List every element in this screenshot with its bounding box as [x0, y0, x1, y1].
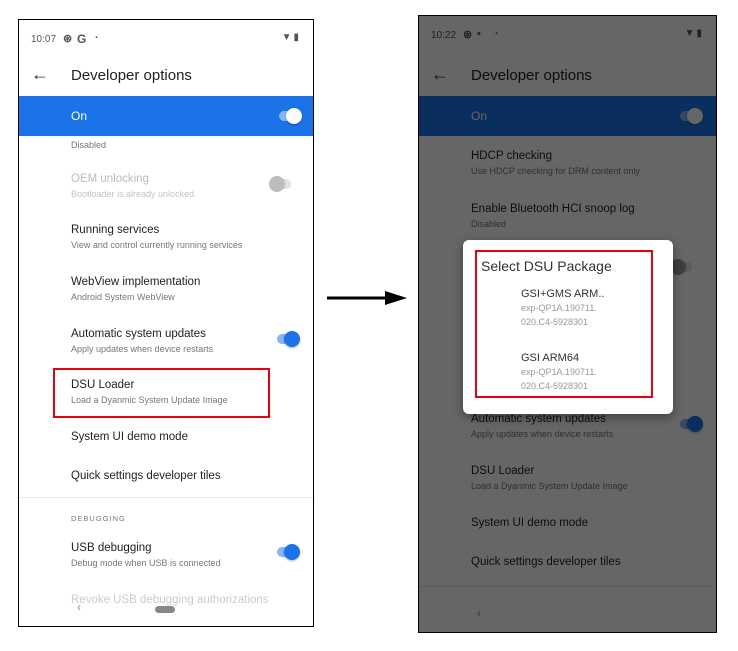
nav-home-pill[interactable] — [155, 606, 175, 613]
app-bar: ← Developer options — [19, 58, 313, 96]
setting-webview-implementation[interactable]: WebView implementation Android System We… — [71, 275, 301, 303]
setting-usb-debugging[interactable]: USB debugging Debug mode when USB is con… — [71, 541, 301, 569]
setting-quick-settings-tiles[interactable]: Quick settings developer tiles — [71, 469, 301, 483]
setting-title: Quick settings developer tiles — [71, 470, 221, 482]
setting-summary: Android System WebView — [71, 292, 175, 302]
back-arrow-icon[interactable]: ← — [31, 64, 49, 85]
status-bar: 10:07 ⊛ G · ▼▮ — [19, 20, 313, 58]
master-toggle[interactable] — [277, 108, 302, 124]
nav-back-icon[interactable]: ‹ — [77, 600, 81, 614]
setting-oem-unlocking: OEM unlocking Bootloader is already unlo… — [71, 172, 301, 200]
phone-screen-before: 10:07 ⊛ G · ▼▮ ← Developer options On Di… — [18, 19, 314, 627]
setting-title: OEM unlocking — [71, 173, 149, 185]
dsu-loader-highlight-box — [53, 368, 270, 418]
setting-summary: Bootloader is already unlocked — [71, 189, 195, 199]
master-switch-label: On — [71, 109, 88, 123]
setting-summary: Debug mode when USB is connected — [71, 558, 221, 568]
wifi-icon: ▼ — [281, 32, 294, 43]
setting-title: USB debugging — [71, 542, 152, 554]
dot-icon: · — [95, 32, 99, 44]
oem-unlocking-toggle — [269, 176, 293, 192]
battery-icon: ▮ — [293, 32, 301, 43]
section-divider — [19, 497, 313, 498]
google-icon: G — [77, 32, 87, 46]
section-header-debugging: DEBUGGING — [71, 514, 126, 523]
setting-title: Running services — [71, 224, 160, 236]
setting-summary: Apply updates when device restarts — [71, 344, 214, 354]
usb-debugging-toggle[interactable] — [275, 544, 300, 560]
dialog-highlight-box — [475, 250, 653, 398]
select-dsu-package-dialog: Select DSU Package GSI+GMS ARM.. exp-QP1… — [463, 240, 673, 414]
navigation-bar: ‹ — [19, 596, 313, 626]
transition-arrow-icon — [327, 291, 407, 305]
setting-title: Automatic system updates — [71, 328, 206, 340]
phone-screen-after: 10:22 ⊛ ▪ · ▼▮ ← Developer options On HD… — [418, 15, 717, 633]
setting-automatic-system-updates[interactable]: Automatic system updates Apply updates w… — [71, 327, 301, 355]
master-switch-row[interactable]: On — [19, 96, 313, 136]
setting-summary: View and control currently running servi… — [71, 240, 243, 250]
partial-item-summary: Disabled — [71, 140, 107, 150]
status-time: 10:07 — [31, 34, 57, 45]
setting-system-ui-demo-mode[interactable]: System UI demo mode — [71, 430, 301, 444]
page-title: Developer options — [71, 67, 192, 84]
setting-title: WebView implementation — [71, 276, 201, 288]
setting-running-services[interactable]: Running services View and control curren… — [71, 223, 301, 251]
setting-title: System UI demo mode — [71, 431, 188, 443]
wifi-battery-icons: ▼▮ — [282, 32, 301, 43]
automatic-updates-toggle[interactable] — [275, 331, 300, 347]
sync-icon: ⊛ — [63, 33, 73, 45]
